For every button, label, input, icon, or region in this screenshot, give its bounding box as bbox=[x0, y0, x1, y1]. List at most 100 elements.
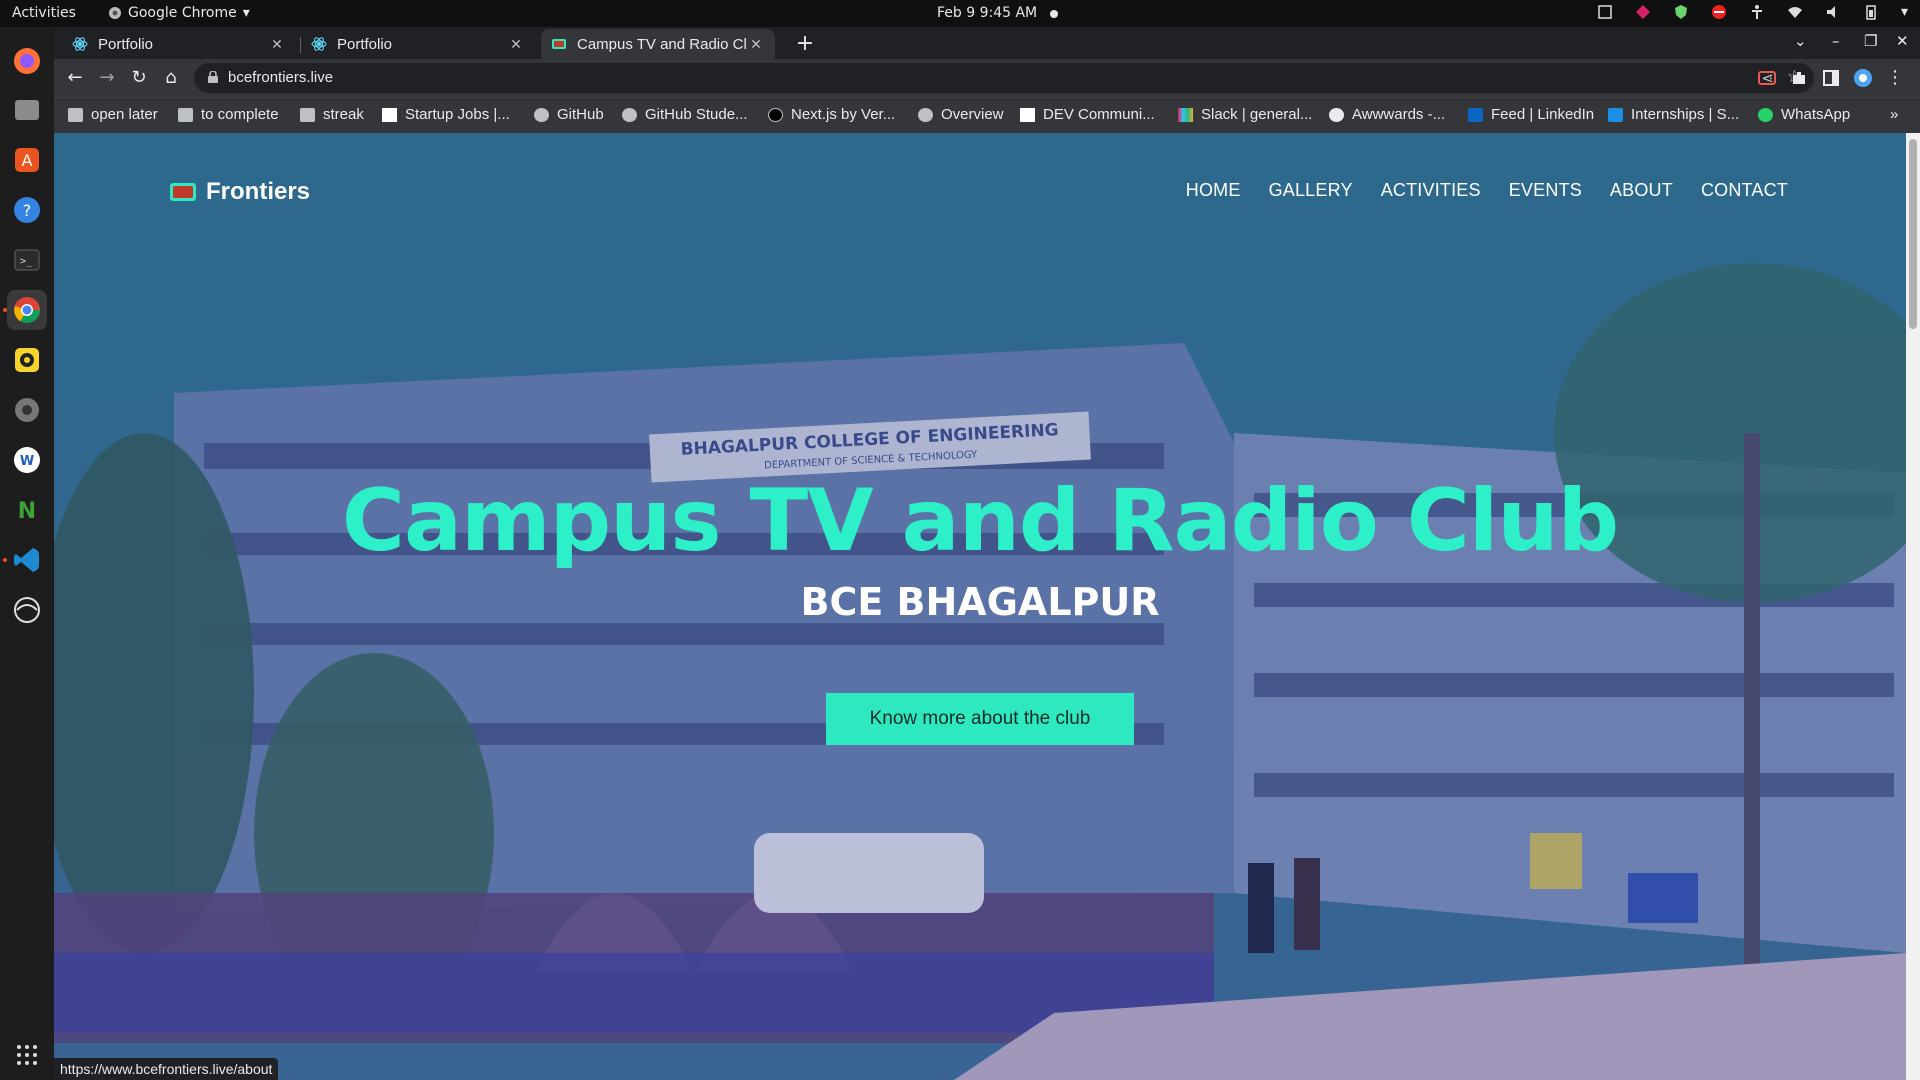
bookmark-slack[interactable]: Slack | general... bbox=[1178, 106, 1312, 123]
back-icon[interactable]: ← bbox=[64, 67, 86, 89]
know-more-button[interactable]: Know more about the club bbox=[826, 693, 1134, 745]
app-menu-label: Google Chrome bbox=[128, 5, 237, 21]
close-tab-icon[interactable]: ✕ bbox=[268, 36, 286, 53]
github-icon bbox=[918, 107, 933, 122]
accessibility-icon[interactable] bbox=[1749, 4, 1765, 20]
dock-files[interactable] bbox=[7, 90, 47, 130]
bookmark-startup-jobs[interactable]: Startup Jobs |... bbox=[382, 106, 510, 123]
dock-webstorm[interactable]: W bbox=[7, 440, 47, 480]
bookmark-internshala[interactable]: Internships | S... bbox=[1608, 106, 1739, 123]
close-tab-icon[interactable]: ✕ bbox=[747, 36, 765, 53]
bookmark-github-student[interactable]: GitHub Stude... bbox=[622, 106, 748, 123]
wifi-icon[interactable] bbox=[1787, 4, 1803, 20]
menu-kebab-icon[interactable]: ⋮ bbox=[1884, 67, 1906, 89]
minimize-icon[interactable]: – bbox=[1832, 32, 1840, 50]
nav-events[interactable]: EVENTS bbox=[1509, 180, 1582, 201]
extension-tray-icon[interactable] bbox=[1597, 4, 1613, 20]
tv-logo-icon bbox=[170, 183, 196, 201]
browser-toolbar: ← → ↻ ⌂ bcefrontiers.live ⋖ ☆ ⋮ bbox=[54, 59, 1920, 97]
stop-tray-icon[interactable] bbox=[1711, 4, 1727, 20]
bookmark-open-later[interactable]: open later bbox=[68, 106, 158, 123]
nav-gallery[interactable]: GALLERY bbox=[1269, 180, 1353, 201]
bookmark-dev[interactable]: DEV Communi... bbox=[1020, 106, 1155, 123]
forward-icon[interactable]: → bbox=[96, 67, 118, 89]
bookmark-awwwards[interactable]: Awwwards -... bbox=[1329, 106, 1445, 123]
bookmark-github[interactable]: GitHub bbox=[534, 106, 604, 123]
bookmark-nextjs[interactable]: Next.js by Ver... bbox=[768, 106, 895, 123]
system-menu-chevron-icon[interactable]: ▾ bbox=[1901, 4, 1908, 20]
link-hover-status: https://www.bcefrontiers.live/about bbox=[54, 1058, 279, 1080]
scrollbar-thumb[interactable] bbox=[1909, 139, 1917, 329]
address-bar[interactable]: bcefrontiers.live ⋖ ☆ bbox=[194, 63, 1814, 93]
bookmark-to-complete[interactable]: to complete bbox=[178, 106, 279, 123]
close-window-icon[interactable]: ✕ bbox=[1896, 32, 1909, 50]
volume-icon[interactable] bbox=[1825, 4, 1841, 20]
dock-help[interactable]: ? bbox=[7, 190, 47, 230]
system-tray[interactable]: ▾ bbox=[1597, 4, 1908, 20]
dev-icon bbox=[1020, 107, 1035, 122]
wellfound-icon bbox=[382, 107, 397, 122]
tab-portfolio-1[interactable]: Portfolio ✕ bbox=[62, 29, 296, 59]
firefox-icon bbox=[14, 48, 40, 74]
dock-terminal[interactable]: >_ bbox=[7, 240, 47, 280]
new-tab-button[interactable]: + bbox=[792, 31, 818, 57]
dock-firefox[interactable] bbox=[7, 41, 47, 81]
nav-activities[interactable]: ACTIVITIES bbox=[1381, 180, 1481, 201]
bookmark-label: GitHub bbox=[557, 106, 604, 123]
home-icon[interactable]: ⌂ bbox=[160, 67, 182, 89]
lock-icon[interactable] bbox=[208, 71, 218, 83]
bookmark-streak[interactable]: streak bbox=[300, 106, 364, 123]
chrome-icon bbox=[14, 297, 41, 324]
dock-rhythmbox[interactable] bbox=[7, 340, 47, 380]
site-navbar: Frontiers HOME GALLERY ACTIVITIES EVENTS… bbox=[54, 133, 1906, 223]
bookmark-linkedin[interactable]: Feed | LinkedIn bbox=[1468, 106, 1594, 123]
bookmark-whatsapp[interactable]: WhatsApp bbox=[1758, 106, 1850, 123]
show-applications-button[interactable] bbox=[7, 1035, 47, 1075]
dock-chrome[interactable] bbox=[7, 290, 47, 330]
ubuntu-dock: A ? >_ W N bbox=[0, 27, 54, 1080]
linkedin-icon bbox=[1468, 107, 1483, 122]
clock[interactable]: Feb 9 9:45 AM bbox=[937, 5, 1037, 21]
battery-icon[interactable] bbox=[1863, 4, 1879, 20]
bookmarks-bar: open later to complete streak Startup Jo… bbox=[54, 97, 1920, 133]
tab-campus-tv[interactable]: Campus TV and Radio Club ✕ bbox=[541, 29, 775, 59]
bookmark-label: Overview bbox=[941, 106, 1004, 123]
app-menu[interactable]: Google Chrome ▾ bbox=[108, 5, 250, 21]
bookmark-overview[interactable]: Overview bbox=[918, 106, 1004, 123]
cast-extension-icon[interactable] bbox=[1758, 69, 1776, 87]
nav-about[interactable]: ABOUT bbox=[1610, 180, 1673, 201]
page-scrollbar[interactable] bbox=[1906, 133, 1920, 1080]
dock-nodejs[interactable]: N bbox=[7, 490, 47, 530]
bookmarks-overflow-icon[interactable]: » bbox=[1890, 106, 1898, 123]
shield-tray-icon[interactable] bbox=[1673, 4, 1689, 20]
reload-icon[interactable]: ↻ bbox=[128, 67, 150, 89]
dock-vscode[interactable] bbox=[7, 540, 47, 580]
nextjs-icon bbox=[768, 107, 783, 122]
close-tab-icon[interactable]: ✕ bbox=[507, 36, 525, 53]
github-icon bbox=[534, 107, 549, 122]
extensions-puzzle-icon[interactable] bbox=[1790, 69, 1808, 87]
bookmark-label: GitHub Stude... bbox=[645, 106, 748, 123]
side-panel-icon[interactable] bbox=[1822, 69, 1840, 87]
terminal-icon: >_ bbox=[14, 249, 40, 271]
dock-software[interactable]: A bbox=[7, 140, 47, 180]
tab-portfolio-2[interactable]: Portfolio ✕ bbox=[301, 29, 535, 59]
dock-settings[interactable] bbox=[7, 390, 47, 430]
bookmark-label: Awwwards -... bbox=[1352, 106, 1446, 123]
nav-home[interactable]: HOME bbox=[1186, 180, 1241, 201]
maximize-icon[interactable]: ❐ bbox=[1864, 32, 1877, 50]
bookmark-label: Next.js by Ver... bbox=[791, 106, 896, 123]
hero-subtitle: BCE BHAGALPUR bbox=[800, 580, 1160, 624]
nav-contact[interactable]: CONTACT bbox=[1701, 180, 1788, 201]
bookmark-label: Internships | S... bbox=[1631, 106, 1740, 123]
bookmark-label: DEV Communi... bbox=[1043, 106, 1155, 123]
dock-browser[interactable] bbox=[7, 590, 47, 630]
profile-avatar-icon[interactable] bbox=[1854, 69, 1872, 87]
git-tray-icon[interactable] bbox=[1635, 4, 1651, 20]
site-logo[interactable]: Frontiers bbox=[170, 178, 310, 206]
react-favicon-icon bbox=[311, 37, 327, 51]
tab-search-icon[interactable]: ⌄ bbox=[1794, 32, 1807, 50]
tab-strip: Portfolio ✕ Portfolio ✕ Campus TV and Ra… bbox=[54, 27, 1920, 59]
url-text[interactable]: bcefrontiers.live bbox=[228, 69, 333, 86]
activities-button[interactable]: Activities bbox=[12, 5, 76, 21]
